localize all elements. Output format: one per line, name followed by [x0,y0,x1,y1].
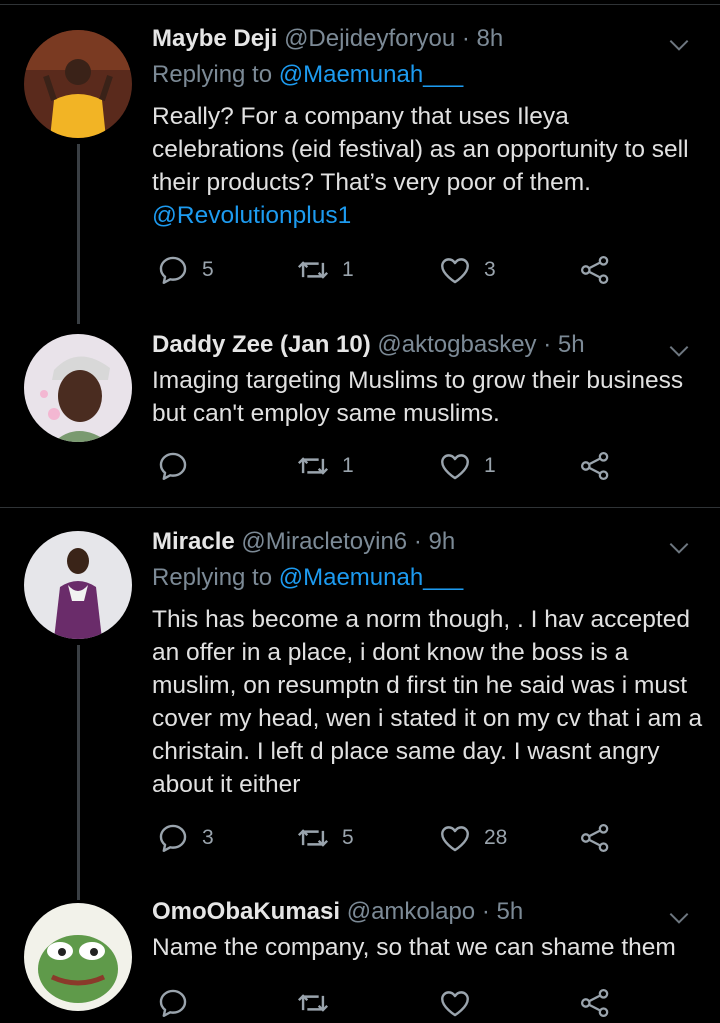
reply-icon [156,449,190,483]
user-handle[interactable]: @amkolapo [347,898,475,925]
share-icon [578,821,612,855]
timestamp[interactable]: 5h [558,331,585,358]
chevron-down-icon[interactable] [666,338,692,364]
replying-to: Replying to @Maemunah___ [152,58,463,92]
heart-icon [438,986,472,1020]
separator-dot: · [413,528,422,555]
timestamp[interactable]: 9h [428,528,455,555]
replying-to-label: Replying to [152,564,279,591]
tweet-header: Miracle @Miracletoyin6 · 9h [152,525,660,559]
display-name[interactable]: Maybe Deji [152,25,277,52]
tweet-omoobakumasi[interactable]: OmoObaKumasi @amkolapo · 5h Name the com… [0,895,720,1004]
thread-line [77,645,80,900]
retweet-button[interactable]: 1 [296,250,354,290]
heart-icon [438,253,472,287]
retweet-count: 1 [342,454,354,477]
reply-icon [156,821,190,855]
tweet-text-content: Imaging targeting Muslims to grow their … [152,367,684,427]
retweet-icon [296,986,330,1020]
retweet-icon [296,253,330,287]
tweet-text-content: Name the company, so that we can shame t… [152,934,676,961]
reply-icon [156,986,190,1020]
tweet-text: Imaging targeting Muslims to grow their … [152,364,704,430]
thread-line [77,144,80,324]
retweet-button[interactable]: 5 [296,818,354,858]
retweet-button[interactable]: 1 [296,446,354,486]
chevron-down-icon[interactable] [666,905,692,931]
like-button[interactable]: 28 [438,818,507,858]
tweet-header: Maybe Deji @Dejideyforyou · 8h [152,22,660,56]
share-button[interactable] [578,446,612,486]
separator-dot: · [543,331,552,358]
display-name[interactable]: Daddy Zee (Jan 10) [152,331,371,358]
avatar[interactable] [24,30,132,138]
reply-icon [156,253,190,287]
share-button[interactable] [578,250,612,290]
replying-to-mention[interactable]: @Maemunah___ [279,564,463,591]
reply-button[interactable] [156,446,190,486]
replying-to: Replying to @Maemunah___ [152,561,463,595]
avatar[interactable] [24,531,132,639]
tweet-text: Really? For a company that uses Ileya ce… [152,100,704,232]
avatar[interactable] [24,903,132,1011]
share-button[interactable] [578,983,612,1023]
separator-dot: · [461,25,470,52]
user-handle[interactable]: @aktogbaskey [377,331,536,358]
tweet-text: This has become a norm though, . I hav a… [152,603,704,801]
share-icon [578,986,612,1020]
tweet-maybe-deji[interactable]: Maybe Deji @Dejideyforyou · 8h Replying … [0,22,720,324]
tweet-miracle[interactable]: Miracle @Miracletoyin6 · 9h Replying to … [0,525,720,900]
tweet-actions: 1 1 [152,446,632,486]
tweet-text: Name the company, so that we can shame t… [152,931,704,964]
heart-icon [438,821,472,855]
share-icon [578,449,612,483]
separator-dot: · [481,898,490,925]
reply-button[interactable]: 5 [156,250,214,290]
retweet-icon [296,449,330,483]
reply-button[interactable] [156,983,190,1023]
reply-count: 3 [202,826,214,849]
replying-to-label: Replying to [152,61,279,88]
top-divider [0,4,720,5]
tweet-actions [152,983,632,1023]
heart-icon [438,449,472,483]
share-icon [578,253,612,287]
tweet-daddy-zee[interactable]: Daddy Zee (Jan 10) @aktogbaskey · 5h Ima… [0,328,720,498]
reply-count: 5 [202,258,214,281]
display-name[interactable]: Miracle [152,528,235,555]
avatar[interactable] [24,334,132,442]
user-handle[interactable]: @Miracletoyin6 [241,528,407,555]
like-button[interactable] [438,983,472,1023]
retweet-icon [296,821,330,855]
tweet-text-content: This has become a norm though, . I hav a… [152,606,703,798]
tweet-mention[interactable]: @Revolutionplus1 [152,199,704,232]
tweet-actions: 3 5 28 [152,818,632,858]
display-name[interactable]: OmoObaKumasi [152,898,340,925]
retweet-count: 5 [342,826,354,849]
user-handle[interactable]: @Dejideyforyou [284,25,455,52]
tweet-divider [0,507,720,508]
tweet-header: OmoObaKumasi @amkolapo · 5h [152,895,660,929]
like-count: 1 [484,454,496,477]
retweet-button[interactable] [296,983,330,1023]
replying-to-mention[interactable]: @Maemunah___ [279,61,463,88]
like-count: 28 [484,826,508,849]
tweet-actions: 5 1 3 [152,250,632,290]
like-count: 3 [484,258,496,281]
reply-button[interactable]: 3 [156,818,214,858]
chevron-down-icon[interactable] [666,32,692,58]
retweet-count: 1 [342,258,354,281]
timestamp[interactable]: 5h [497,898,524,925]
chevron-down-icon[interactable] [666,535,692,561]
tweet-header: Daddy Zee (Jan 10) @aktogbaskey · 5h [152,328,660,362]
timestamp[interactable]: 8h [477,25,504,52]
share-button[interactable] [578,818,612,858]
tweet-text-content: Really? For a company that uses Ileya ce… [152,103,689,196]
like-button[interactable]: 1 [438,446,496,486]
like-button[interactable]: 3 [438,250,496,290]
